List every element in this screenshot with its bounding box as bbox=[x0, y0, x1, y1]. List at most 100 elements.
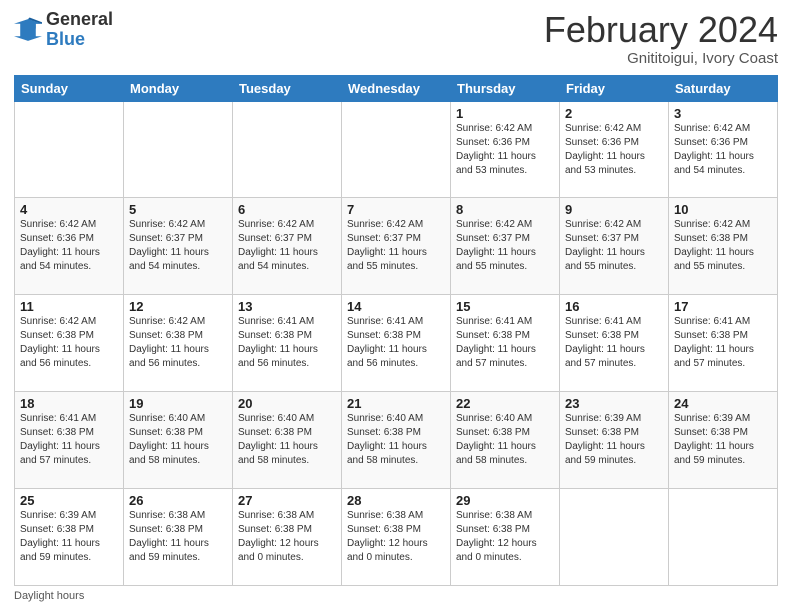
week-row-2: 4Sunrise: 6:42 AM Sunset: 6:36 PM Daylig… bbox=[15, 198, 778, 295]
calendar-cell: 27Sunrise: 6:38 AM Sunset: 6:38 PM Dayli… bbox=[233, 489, 342, 586]
cell-day-number: 3 bbox=[674, 106, 772, 121]
cell-day-number: 16 bbox=[565, 299, 663, 314]
calendar-cell: 26Sunrise: 6:38 AM Sunset: 6:38 PM Dayli… bbox=[124, 489, 233, 586]
cell-info: Sunrise: 6:41 AM Sunset: 6:38 PM Dayligh… bbox=[238, 315, 336, 371]
cell-day-number: 20 bbox=[238, 396, 336, 411]
cell-info: Sunrise: 6:42 AM Sunset: 6:38 PM Dayligh… bbox=[674, 218, 772, 274]
cell-day-number: 11 bbox=[20, 299, 118, 314]
calendar-cell: 19Sunrise: 6:40 AM Sunset: 6:38 PM Dayli… bbox=[124, 392, 233, 489]
cell-info: Sunrise: 6:38 AM Sunset: 6:38 PM Dayligh… bbox=[129, 509, 227, 565]
cell-info: Sunrise: 6:38 AM Sunset: 6:38 PM Dayligh… bbox=[347, 509, 445, 565]
week-row-5: 25Sunrise: 6:39 AM Sunset: 6:38 PM Dayli… bbox=[15, 489, 778, 586]
cell-info: Sunrise: 6:42 AM Sunset: 6:37 PM Dayligh… bbox=[347, 218, 445, 274]
cell-info: Sunrise: 6:42 AM Sunset: 6:37 PM Dayligh… bbox=[129, 218, 227, 274]
cell-day-number: 4 bbox=[20, 202, 118, 217]
calendar-cell: 22Sunrise: 6:40 AM Sunset: 6:38 PM Dayli… bbox=[451, 392, 560, 489]
calendar-cell: 16Sunrise: 6:41 AM Sunset: 6:38 PM Dayli… bbox=[560, 295, 669, 392]
col-header-monday: Monday bbox=[124, 75, 233, 101]
logo-text: General Blue bbox=[46, 10, 113, 50]
cell-day-number: 15 bbox=[456, 299, 554, 314]
calendar-cell: 18Sunrise: 6:41 AM Sunset: 6:38 PM Dayli… bbox=[15, 392, 124, 489]
cell-day-number: 2 bbox=[565, 106, 663, 121]
calendar-cell bbox=[560, 489, 669, 586]
cell-day-number: 7 bbox=[347, 202, 445, 217]
cell-info: Sunrise: 6:40 AM Sunset: 6:38 PM Dayligh… bbox=[347, 412, 445, 468]
cell-info: Sunrise: 6:42 AM Sunset: 6:36 PM Dayligh… bbox=[565, 122, 663, 178]
cell-info: Sunrise: 6:41 AM Sunset: 6:38 PM Dayligh… bbox=[20, 412, 118, 468]
calendar-cell: 11Sunrise: 6:42 AM Sunset: 6:38 PM Dayli… bbox=[15, 295, 124, 392]
calendar-cell: 7Sunrise: 6:42 AM Sunset: 6:37 PM Daylig… bbox=[342, 198, 451, 295]
cell-day-number: 5 bbox=[129, 202, 227, 217]
cell-info: Sunrise: 6:41 AM Sunset: 6:38 PM Dayligh… bbox=[565, 315, 663, 371]
cell-day-number: 28 bbox=[347, 493, 445, 508]
cell-info: Sunrise: 6:38 AM Sunset: 6:38 PM Dayligh… bbox=[238, 509, 336, 565]
cell-day-number: 13 bbox=[238, 299, 336, 314]
calendar-cell: 17Sunrise: 6:41 AM Sunset: 6:38 PM Dayli… bbox=[669, 295, 778, 392]
calendar-cell: 3Sunrise: 6:42 AM Sunset: 6:36 PM Daylig… bbox=[669, 101, 778, 198]
calendar-cell: 28Sunrise: 6:38 AM Sunset: 6:38 PM Dayli… bbox=[342, 489, 451, 586]
week-row-3: 11Sunrise: 6:42 AM Sunset: 6:38 PM Dayli… bbox=[15, 295, 778, 392]
cell-info: Sunrise: 6:42 AM Sunset: 6:37 PM Dayligh… bbox=[238, 218, 336, 274]
cell-day-number: 21 bbox=[347, 396, 445, 411]
cell-day-number: 26 bbox=[129, 493, 227, 508]
cell-day-number: 25 bbox=[20, 493, 118, 508]
cell-info: Sunrise: 6:39 AM Sunset: 6:38 PM Dayligh… bbox=[565, 412, 663, 468]
cell-day-number: 29 bbox=[456, 493, 554, 508]
calendar-cell: 6Sunrise: 6:42 AM Sunset: 6:37 PM Daylig… bbox=[233, 198, 342, 295]
cell-info: Sunrise: 6:40 AM Sunset: 6:38 PM Dayligh… bbox=[238, 412, 336, 468]
calendar-table: SundayMondayTuesdayWednesdayThursdayFrid… bbox=[14, 75, 778, 586]
cell-day-number: 22 bbox=[456, 396, 554, 411]
calendar-cell: 29Sunrise: 6:38 AM Sunset: 6:38 PM Dayli… bbox=[451, 489, 560, 586]
calendar-cell: 9Sunrise: 6:42 AM Sunset: 6:37 PM Daylig… bbox=[560, 198, 669, 295]
cell-day-number: 17 bbox=[674, 299, 772, 314]
cell-day-number: 6 bbox=[238, 202, 336, 217]
calendar-cell bbox=[124, 101, 233, 198]
col-header-sunday: Sunday bbox=[15, 75, 124, 101]
calendar-cell: 25Sunrise: 6:39 AM Sunset: 6:38 PM Dayli… bbox=[15, 489, 124, 586]
calendar-cell: 1Sunrise: 6:42 AM Sunset: 6:36 PM Daylig… bbox=[451, 101, 560, 198]
calendar-cell: 24Sunrise: 6:39 AM Sunset: 6:38 PM Dayli… bbox=[669, 392, 778, 489]
logo-general: General bbox=[46, 10, 113, 30]
cell-info: Sunrise: 6:42 AM Sunset: 6:36 PM Dayligh… bbox=[20, 218, 118, 274]
col-header-wednesday: Wednesday bbox=[342, 75, 451, 101]
calendar-cell bbox=[15, 101, 124, 198]
cell-info: Sunrise: 6:41 AM Sunset: 6:38 PM Dayligh… bbox=[674, 315, 772, 371]
title-location: Gnititoigui, Ivory Coast bbox=[544, 50, 778, 67]
cell-day-number: 8 bbox=[456, 202, 554, 217]
cell-info: Sunrise: 6:42 AM Sunset: 6:37 PM Dayligh… bbox=[456, 218, 554, 274]
calendar-cell: 15Sunrise: 6:41 AM Sunset: 6:38 PM Dayli… bbox=[451, 295, 560, 392]
cell-info: Sunrise: 6:41 AM Sunset: 6:38 PM Dayligh… bbox=[347, 315, 445, 371]
footer-note: Daylight hours bbox=[14, 590, 778, 602]
cell-day-number: 18 bbox=[20, 396, 118, 411]
cell-info: Sunrise: 6:42 AM Sunset: 6:36 PM Dayligh… bbox=[674, 122, 772, 178]
cell-info: Sunrise: 6:40 AM Sunset: 6:38 PM Dayligh… bbox=[456, 412, 554, 468]
cell-day-number: 14 bbox=[347, 299, 445, 314]
calendar-cell: 8Sunrise: 6:42 AM Sunset: 6:37 PM Daylig… bbox=[451, 198, 560, 295]
calendar-cell: 10Sunrise: 6:42 AM Sunset: 6:38 PM Dayli… bbox=[669, 198, 778, 295]
cell-info: Sunrise: 6:42 AM Sunset: 6:37 PM Dayligh… bbox=[565, 218, 663, 274]
week-row-1: 1Sunrise: 6:42 AM Sunset: 6:36 PM Daylig… bbox=[15, 101, 778, 198]
calendar-cell bbox=[669, 489, 778, 586]
cell-day-number: 12 bbox=[129, 299, 227, 314]
cell-info: Sunrise: 6:42 AM Sunset: 6:38 PM Dayligh… bbox=[20, 315, 118, 371]
header-row: SundayMondayTuesdayWednesdayThursdayFrid… bbox=[15, 75, 778, 101]
col-header-saturday: Saturday bbox=[669, 75, 778, 101]
calendar-cell bbox=[233, 101, 342, 198]
logo: General Blue bbox=[14, 10, 113, 50]
calendar-cell: 5Sunrise: 6:42 AM Sunset: 6:37 PM Daylig… bbox=[124, 198, 233, 295]
cell-day-number: 9 bbox=[565, 202, 663, 217]
calendar-cell: 12Sunrise: 6:42 AM Sunset: 6:38 PM Dayli… bbox=[124, 295, 233, 392]
logo-blue: Blue bbox=[46, 30, 113, 50]
calendar-cell: 20Sunrise: 6:40 AM Sunset: 6:38 PM Dayli… bbox=[233, 392, 342, 489]
calendar-cell: 21Sunrise: 6:40 AM Sunset: 6:38 PM Dayli… bbox=[342, 392, 451, 489]
calendar-cell: 13Sunrise: 6:41 AM Sunset: 6:38 PM Dayli… bbox=[233, 295, 342, 392]
cell-day-number: 10 bbox=[674, 202, 772, 217]
cell-day-number: 23 bbox=[565, 396, 663, 411]
cell-info: Sunrise: 6:39 AM Sunset: 6:38 PM Dayligh… bbox=[674, 412, 772, 468]
logo-icon bbox=[14, 16, 42, 44]
cell-info: Sunrise: 6:42 AM Sunset: 6:36 PM Dayligh… bbox=[456, 122, 554, 178]
daylight-label: Daylight hours bbox=[14, 590, 84, 602]
calendar-cell: 14Sunrise: 6:41 AM Sunset: 6:38 PM Dayli… bbox=[342, 295, 451, 392]
header: General Blue February 2024 Gnititoigui, … bbox=[14, 10, 778, 67]
cell-day-number: 19 bbox=[129, 396, 227, 411]
